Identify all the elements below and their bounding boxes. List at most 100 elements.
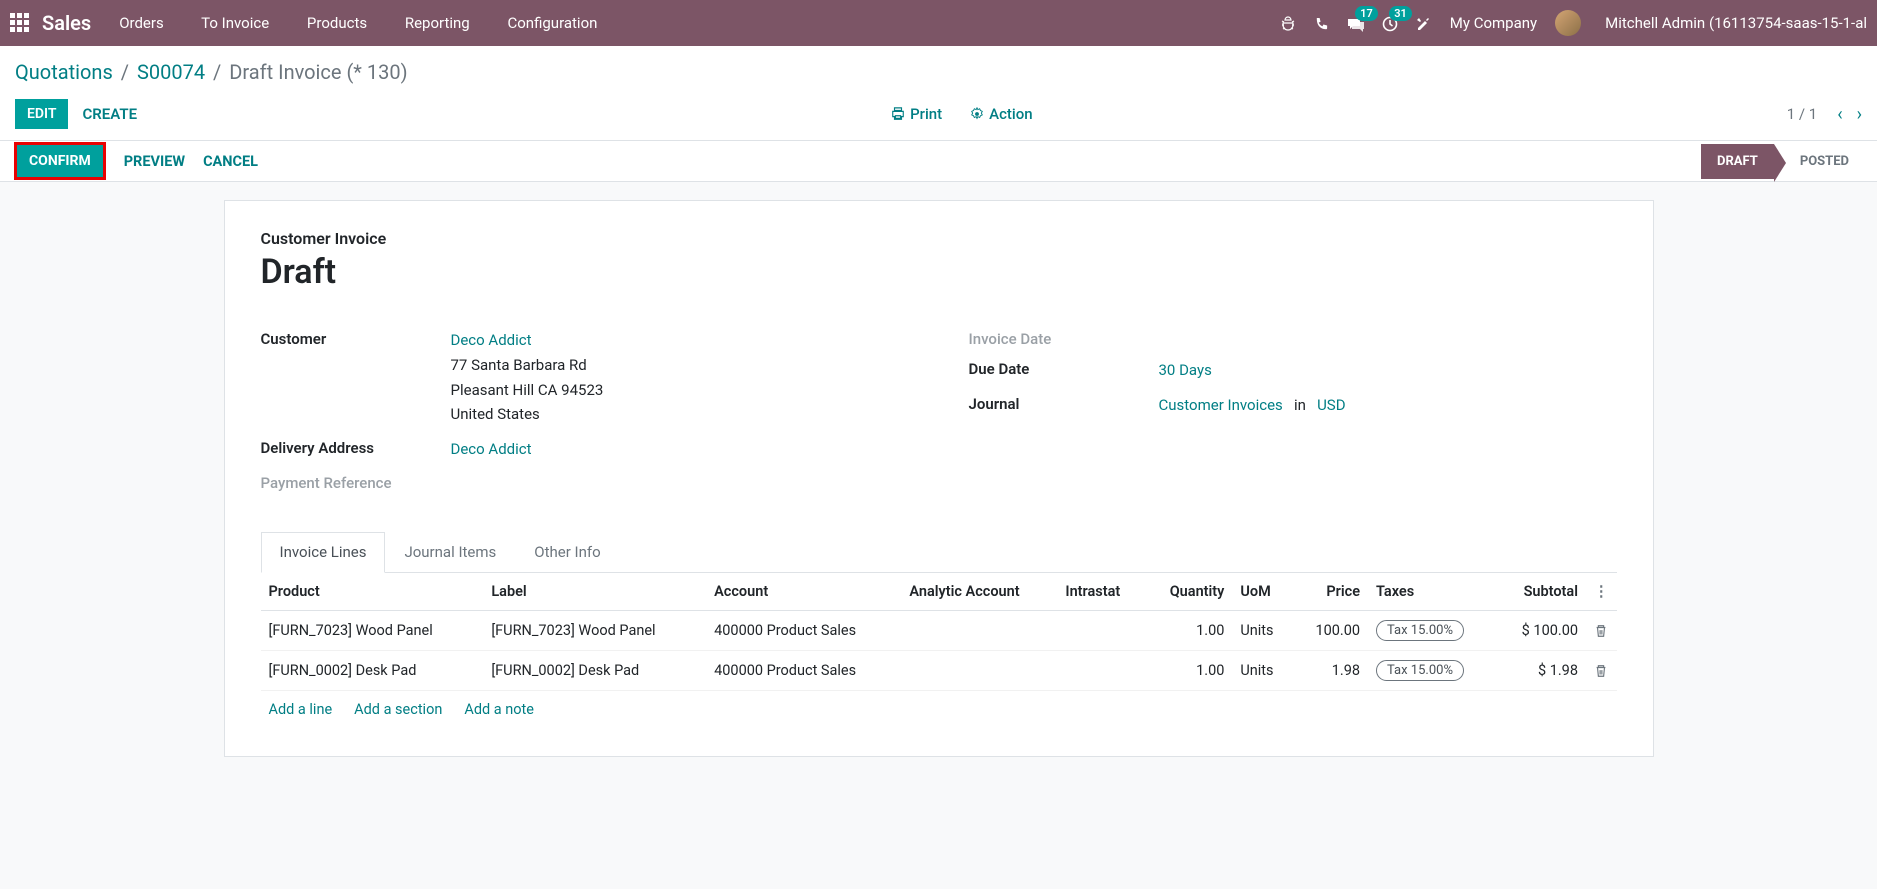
edit-button[interactable]: EDIT (15, 99, 68, 129)
printer-icon (891, 107, 905, 121)
brand[interactable]: Sales (42, 11, 91, 35)
preview-button[interactable]: PREVIEW (124, 153, 185, 170)
delivery-label: Delivery Address (261, 437, 451, 462)
cell-intrastat[interactable] (1057, 650, 1145, 690)
trash-icon[interactable] (1594, 622, 1608, 639)
cell-account[interactable]: 400000 Product Sales (706, 650, 901, 690)
breadcrumb-order[interactable]: S00074 (137, 60, 205, 84)
invoice-lines-table: Product Label Account Analytic Account I… (261, 573, 1617, 691)
journal-in: in (1294, 396, 1306, 414)
state-posted[interactable]: POSTED (1774, 144, 1863, 179)
table-row[interactable]: [FURN_7023] Wood Panel[FURN_7023] Wood P… (261, 610, 1617, 650)
th-subtotal: Subtotal (1497, 573, 1586, 611)
activity-icon[interactable]: 31 (1382, 14, 1398, 32)
addr-line-3: United States (451, 405, 540, 423)
cell-analytic[interactable] (901, 650, 1057, 690)
customer-label: Customer (261, 328, 451, 427)
cell-uom[interactable]: Units (1232, 650, 1293, 690)
add-section[interactable]: Add a section (354, 701, 442, 718)
cell-tax[interactable]: Tax 15.00% (1368, 610, 1497, 650)
messages-badge: 17 (1355, 6, 1378, 21)
cell-subtotal: $ 100.00 (1497, 610, 1586, 650)
cell-qty[interactable]: 1.00 (1145, 610, 1232, 650)
status-bar: CONFIRM PREVIEW CANCEL DRAFT POSTED (0, 140, 1877, 182)
doc-type: Customer Invoice (261, 229, 1617, 248)
th-account: Account (706, 573, 901, 611)
th-taxes: Taxes (1368, 573, 1497, 611)
tab-other-info[interactable]: Other Info (515, 532, 619, 572)
cell-price[interactable]: 1.98 (1293, 650, 1368, 690)
th-quantity: Quantity (1145, 573, 1232, 611)
add-note[interactable]: Add a note (464, 701, 534, 718)
action-button[interactable]: Action (970, 105, 1032, 123)
breadcrumb-current: Draft Invoice (* 130) (229, 60, 407, 84)
control-panel: Quotations / S00074 / Draft Invoice (* 1… (0, 46, 1877, 140)
cell-price[interactable]: 100.00 (1293, 610, 1368, 650)
company-selector[interactable]: My Company (1450, 14, 1537, 32)
nav-products[interactable]: Products (307, 14, 367, 32)
user-menu[interactable]: Mitchell Admin (16113754-saas-15-1-al (1605, 14, 1867, 32)
due-date-value[interactable]: 30 Days (1159, 361, 1212, 379)
form-sheet: Customer Invoice Draft Customer Deco Add… (224, 200, 1654, 757)
pager[interactable]: 1 / 1 (1787, 105, 1818, 123)
journal-value[interactable]: Customer Invoices (1159, 396, 1283, 414)
cell-analytic[interactable] (901, 610, 1057, 650)
delivery-link[interactable]: Deco Addict (451, 440, 532, 458)
th-product: Product (261, 573, 484, 611)
th-label: Label (483, 573, 706, 611)
journal-label: Journal (969, 393, 1159, 418)
due-date-label: Due Date (969, 358, 1159, 383)
journal-currency[interactable]: USD (1317, 396, 1345, 414)
nav-reporting[interactable]: Reporting (405, 14, 470, 32)
breadcrumb: Quotations / S00074 / Draft Invoice (* 1… (15, 60, 1862, 84)
phone-icon[interactable] (1314, 14, 1329, 32)
tools-icon[interactable] (1416, 14, 1432, 32)
breadcrumb-quotations[interactable]: Quotations (15, 60, 113, 84)
th-intrastat: Intrastat (1057, 573, 1145, 611)
cell-tax[interactable]: Tax 15.00% (1368, 650, 1497, 690)
apps-icon[interactable] (10, 13, 30, 33)
topbar: Sales Orders To Invoice Products Reporti… (0, 0, 1877, 46)
nav-configuration[interactable]: Configuration (507, 14, 597, 32)
bug-icon[interactable] (1280, 14, 1296, 32)
tab-invoice-lines[interactable]: Invoice Lines (261, 532, 386, 573)
invoice-date-label: Invoice Date (969, 328, 1159, 348)
topbar-right: 17 31 My Company Mitchell Admin (1611375… (1280, 10, 1867, 36)
addr-line-1: 77 Santa Barbara Rd (451, 356, 587, 374)
messages-icon[interactable]: 17 (1347, 14, 1364, 32)
print-button[interactable]: Print (891, 105, 942, 123)
nav-orders[interactable]: Orders (119, 14, 164, 32)
state-draft[interactable]: DRAFT (1701, 144, 1774, 179)
pager-prev[interactable]: ‹ (1837, 104, 1842, 125)
avatar[interactable] (1555, 10, 1581, 36)
cell-product[interactable]: [FURN_7023] Wood Panel (261, 610, 484, 650)
tab-journal-items[interactable]: Journal Items (385, 532, 515, 572)
cell-product[interactable]: [FURN_0002] Desk Pad (261, 650, 484, 690)
th-price: Price (1293, 573, 1368, 611)
cancel-button[interactable]: CANCEL (203, 153, 258, 170)
gear-icon (970, 107, 984, 121)
th-analytic: Analytic Account (901, 573, 1057, 611)
tabs: Invoice Lines Journal Items Other Info (261, 532, 1617, 573)
top-nav: Orders To Invoice Products Reporting Con… (119, 14, 631, 32)
cell-label[interactable]: [FURN_0002] Desk Pad (483, 650, 706, 690)
table-row[interactable]: [FURN_0002] Desk Pad[FURN_0002] Desk Pad… (261, 650, 1617, 690)
create-button[interactable]: CREATE (82, 98, 137, 130)
cell-subtotal: $ 1.98 (1497, 650, 1586, 690)
nav-to-invoice[interactable]: To Invoice (201, 14, 269, 32)
confirm-button[interactable]: CONFIRM (14, 142, 106, 180)
trash-icon[interactable] (1594, 662, 1608, 679)
cell-label[interactable]: [FURN_7023] Wood Panel (483, 610, 706, 650)
status-states: DRAFT POSTED (1701, 141, 1863, 181)
addr-line-2: Pleasant Hill CA 94523 (451, 381, 604, 399)
column-menu-icon[interactable]: ⋮ (1594, 583, 1609, 600)
payref-label: Payment Reference (261, 472, 451, 492)
pager-next[interactable]: › (1857, 104, 1862, 125)
th-uom: UoM (1232, 573, 1293, 611)
cell-intrastat[interactable] (1057, 610, 1145, 650)
customer-link[interactable]: Deco Addict (451, 331, 532, 349)
add-line[interactable]: Add a line (269, 701, 333, 718)
cell-qty[interactable]: 1.00 (1145, 650, 1232, 690)
cell-uom[interactable]: Units (1232, 610, 1293, 650)
cell-account[interactable]: 400000 Product Sales (706, 610, 901, 650)
